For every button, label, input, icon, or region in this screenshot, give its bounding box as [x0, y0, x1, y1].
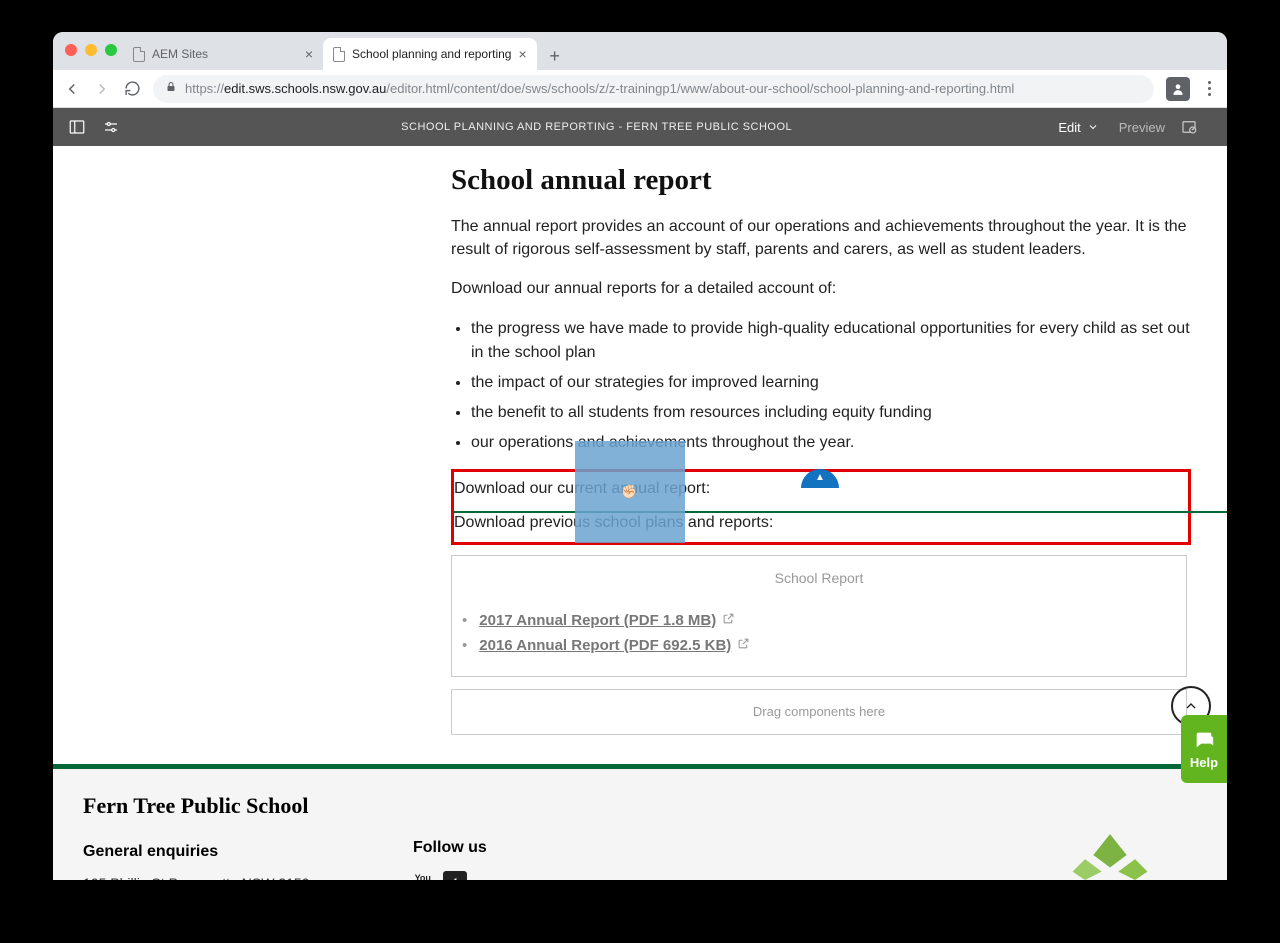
page-info-icon[interactable] — [1179, 117, 1199, 137]
footer-address: 105 Phillip St Parramatta NSW 2150 — [83, 875, 413, 880]
aem-toolbar: SCHOOL PLANNING AND REPORTING - FERN TRE… — [53, 108, 1227, 146]
report-link[interactable]: 2016 Annual Report (PDF 692.5 KB) — [479, 637, 731, 654]
back-button[interactable] — [63, 80, 81, 98]
component-dropzone[interactable]: Drag components here — [451, 689, 1187, 735]
tab-school-planning[interactable]: School planning and reporting × — [323, 38, 537, 70]
download-previous-text: Download previous school plans and repor… — [454, 514, 1188, 532]
footer-col-follow: Follow us YouTube f — [413, 793, 743, 880]
help-label: Help — [1190, 755, 1218, 770]
social-links: YouTube f — [413, 871, 743, 880]
list-item: the benefit to all students from resourc… — [471, 401, 1191, 425]
lock-icon — [165, 81, 177, 96]
download-intro: Download our annual reports for a detail… — [451, 277, 1191, 300]
reload-button[interactable] — [123, 80, 141, 98]
page-title-header: SCHOOL PLANNING AND REPORTING - FERN TRE… — [135, 121, 1058, 133]
close-tab-icon[interactable]: × — [305, 46, 313, 62]
leaf-logo-icon — [1065, 830, 1155, 880]
page-footer: Fern Tree Public School General enquirie… — [53, 769, 1227, 880]
insert-divider — [454, 511, 1227, 513]
minimize-window-button[interactable] — [85, 44, 97, 56]
footer-follow-head: Follow us — [413, 839, 743, 857]
mode-selector[interactable]: Edit — [1058, 120, 1098, 135]
chevron-down-icon — [1087, 121, 1099, 133]
main-article: School annual report The annual report p… — [451, 146, 1191, 735]
new-tab-button[interactable]: + — [541, 42, 569, 70]
page-icon — [333, 47, 345, 62]
external-link-icon — [737, 637, 750, 654]
preview-button[interactable]: Preview — [1119, 120, 1165, 135]
report-list: 2017 Annual Report (PDF 1.8 MB) 2016 Ann… — [462, 612, 1176, 654]
browser-menu-button[interactable] — [1202, 81, 1217, 96]
footer-enquiries-head: General enquiries — [83, 843, 413, 861]
footer-col-school: Fern Tree Public School General enquirie… — [83, 793, 413, 880]
facebook-icon[interactable]: f — [443, 871, 467, 880]
school-report-component[interactable]: School Report 2017 Annual Report (PDF 1.… — [451, 555, 1187, 677]
component-label: School Report — [462, 570, 1176, 586]
tab-strip: AEM Sites × School planning and reportin… — [53, 32, 1227, 70]
intro-paragraph: The annual report provides an account of… — [451, 215, 1191, 261]
list-item: the impact of our strategies for improve… — [471, 371, 1191, 395]
close-tab-icon[interactable]: × — [518, 46, 526, 62]
help-tab[interactable]: Help — [1181, 715, 1227, 783]
close-window-button[interactable] — [65, 44, 77, 56]
page-icon — [133, 47, 145, 62]
settings-sliders-icon[interactable] — [101, 117, 121, 137]
tab-title: AEM Sites — [152, 47, 208, 61]
benefits-list: the progress we have made to provide hig… — [451, 317, 1191, 455]
url-input[interactable]: https://edit.sws.schools.nsw.gov.au/edit… — [153, 75, 1154, 103]
external-link-icon — [722, 612, 735, 629]
tab-aem-sites[interactable]: AEM Sites × — [123, 38, 323, 70]
window-controls — [65, 44, 117, 56]
forward-button[interactable] — [93, 80, 111, 98]
tab-title: School planning and reporting — [352, 47, 511, 61]
mode-label: Edit — [1058, 120, 1080, 135]
profile-icon[interactable] — [1166, 77, 1190, 101]
browser-window: AEM Sites × School planning and reportin… — [53, 32, 1227, 880]
url-text: https://edit.sws.schools.nsw.gov.au/edit… — [185, 81, 1014, 96]
footer-school-name: Fern Tree Public School — [83, 793, 413, 819]
grab-cursor-icon: ✊🏻 — [621, 484, 637, 500]
youtube-icon[interactable]: YouTube — [413, 871, 437, 880]
report-link[interactable]: 2017 Annual Report (PDF 1.8 MB) — [479, 612, 716, 629]
maximize-window-button[interactable] — [105, 44, 117, 56]
report-item: 2017 Annual Report (PDF 1.8 MB) — [462, 612, 1176, 629]
article-heading: School annual report — [451, 164, 1191, 197]
report-item: 2016 Annual Report (PDF 692.5 KB) — [462, 637, 1176, 654]
editor-canvas: ▲ ✊🏻 School annual report The annual rep… — [53, 146, 1227, 880]
chat-icon — [1193, 729, 1215, 751]
list-item: the progress we have made to provide hig… — [471, 317, 1191, 365]
side-panel-toggle-icon[interactable] — [67, 117, 87, 137]
address-bar: https://edit.sws.schools.nsw.gov.au/edit… — [53, 70, 1227, 108]
